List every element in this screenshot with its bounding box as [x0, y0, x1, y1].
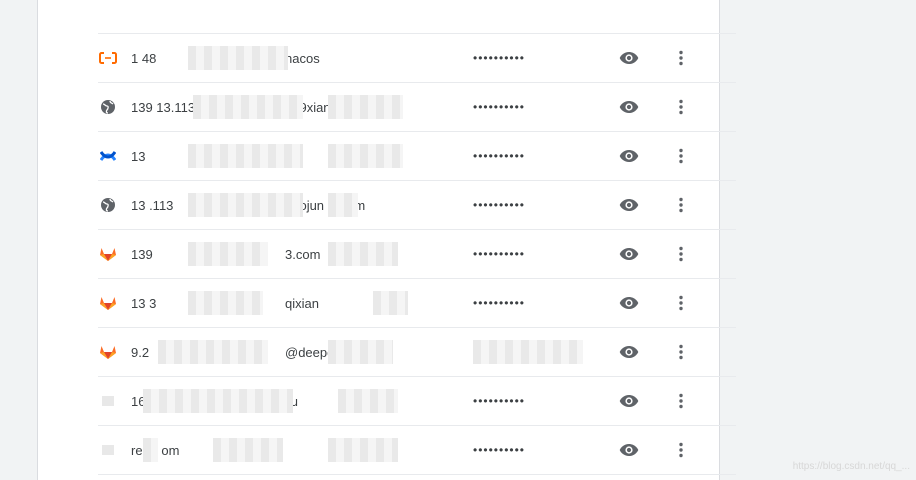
gitlab-icon — [98, 328, 118, 376]
blank-icon — [98, 377, 118, 425]
username: guojun ki.com — [285, 197, 366, 213]
username: liu — [285, 393, 299, 409]
site-url: 163 — [131, 393, 153, 409]
more-actions-button[interactable] — [667, 132, 695, 180]
masked-password: •••••••••• — [473, 443, 526, 457]
username — [285, 426, 465, 474]
password-row: 139 3.com •••••••••• — [98, 230, 736, 279]
show-password-button[interactable] — [615, 83, 643, 131]
globe-icon — [98, 181, 118, 229]
show-password-button[interactable] — [615, 132, 643, 180]
site-url: 139 — [131, 246, 153, 262]
site-url: 1 48 — [131, 50, 157, 66]
blank-icon — [98, 426, 118, 474]
username: @deepexi — [285, 344, 344, 360]
more-actions-button[interactable] — [667, 377, 695, 425]
username: 329xiang — [285, 99, 338, 115]
more-actions-button[interactable] — [667, 426, 695, 474]
username — [285, 132, 465, 180]
globe-icon — [98, 83, 118, 131]
password-row: reg.r om •••••••••• — [98, 426, 736, 475]
more-actions-button[interactable] — [667, 279, 695, 327]
show-password-button[interactable] — [615, 328, 643, 376]
more-actions-button[interactable] — [667, 328, 695, 376]
show-password-button[interactable] — [615, 34, 643, 82]
username: nacos — [285, 50, 320, 66]
masked-password: •••••••••• — [473, 247, 526, 261]
password-row: 1 48 nacos •••••••••• — [98, 34, 736, 83]
confluence-icon — [98, 132, 118, 180]
password-row: 13 3 qixian •••••••••• — [98, 279, 736, 328]
show-password-button[interactable] — [615, 181, 643, 229]
password-row: 13 •••••••••• — [98, 132, 736, 181]
show-password-button[interactable] — [615, 279, 643, 327]
site-url: 13 — [131, 148, 146, 164]
site-url: 9.2 — [131, 344, 150, 360]
masked-password: •••••••••• — [473, 345, 526, 359]
show-password-button[interactable] — [615, 230, 643, 278]
masked-password: •••••••••• — [473, 100, 526, 114]
more-actions-button[interactable] — [667, 34, 695, 82]
username: 3.com — [285, 246, 321, 262]
site-url: reg.r om — [131, 442, 180, 458]
username: qixian — [285, 295, 319, 311]
more-actions-button[interactable] — [667, 83, 695, 131]
gitlab-icon — [98, 230, 118, 278]
password-row: 163 liu •••••••••• — [98, 377, 736, 426]
password-manager-panel: 1 48 nacos •••••••••• 139 13.113 329xiang ••… — [37, 0, 736, 480]
show-password-button[interactable] — [615, 377, 643, 425]
password-row: 139 13.113 329xiang •••••••••• — [98, 83, 736, 132]
password-row: 9.2 @deepexi •••••••••• — [98, 328, 736, 377]
site-url: 139 13.113 — [131, 99, 196, 115]
site-url: 13 3 — [131, 295, 157, 311]
gitlab-icon — [98, 279, 118, 327]
saved-passwords-list: 1 48 nacos •••••••••• 139 13.113 329xiang ••… — [98, 33, 736, 475]
more-actions-button[interactable] — [667, 230, 695, 278]
masked-password: •••••••••• — [473, 51, 526, 65]
password-row: 13 .113 guojun ki.com •••••••••• — [98, 181, 736, 230]
alibaba-cloud-icon — [98, 34, 118, 82]
masked-password: •••••••••• — [473, 198, 526, 212]
site-url: 13 .113 — [131, 197, 174, 213]
watermark: https://blog.csdn.net/qq_... — [792, 461, 910, 472]
show-password-button[interactable] — [615, 426, 643, 474]
masked-password: •••••••••• — [473, 296, 526, 310]
masked-password: •••••••••• — [473, 149, 526, 163]
more-actions-button[interactable] — [667, 181, 695, 229]
masked-password: •••••••••• — [473, 394, 526, 408]
